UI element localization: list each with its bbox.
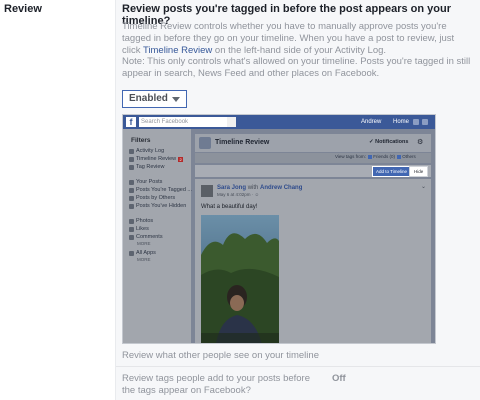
post-timestamp: May 6 at 4:02pm · xyxy=(217,192,255,197)
sidebar-item-label: Timeline Review xyxy=(136,156,177,162)
tagged-post: Sara Jong with Andrew Chang May 6 at 4:0… xyxy=(195,179,431,343)
sidebar-item-label: Posts You've Hidden xyxy=(136,203,187,209)
search-icon xyxy=(227,117,236,127)
post-icon xyxy=(129,179,134,185)
sidebar-item-label: Posts You're Tagged ... xyxy=(136,187,192,193)
like-icon xyxy=(129,226,134,232)
view-tags-from: View tags from: Friends (0) Others xyxy=(335,154,416,159)
sidebar-item-label: Posts by Others xyxy=(136,195,176,201)
review-action-row: Add to Timeline Hide xyxy=(195,165,431,177)
embedded-screenshot: f Search Facebook Andrew Home Filters Ac… xyxy=(122,114,436,344)
gear-icon: ⚙ xyxy=(417,139,424,146)
tag-icon xyxy=(129,164,134,170)
sidebar-item-label: Your Posts xyxy=(136,179,163,185)
sidebar-item-label: Comments xyxy=(136,234,163,240)
user-name: Andrew xyxy=(361,119,382,125)
enabled-dropdown[interactable]: Enabled xyxy=(122,90,187,108)
settings-category-column: Review xyxy=(0,0,115,400)
post-meta: May 6 at 4:02pm · ☺ xyxy=(217,192,259,197)
dropdown-value: Enabled xyxy=(129,93,168,104)
timeline-review-link[interactable]: Timeline Review xyxy=(143,45,212,56)
timeline-review-title: Timeline Review xyxy=(215,139,270,146)
post-icon xyxy=(129,187,134,193)
sidebar-item-timeline-review: Timeline Review 2 xyxy=(129,156,184,162)
others-filter: Others xyxy=(402,154,416,159)
post-icon xyxy=(129,195,134,201)
divider xyxy=(116,366,480,367)
activity-log-sidebar: Filters Activity Log Timeline Review 2 Ta… xyxy=(123,129,192,343)
count-badge: 2 xyxy=(178,156,184,162)
timeline-review-header: Timeline Review ✓ Notifications ⚙ xyxy=(195,134,431,152)
sidebar-item-posts-hidden: Posts You've Hidden xyxy=(129,203,186,209)
chevron-down-icon: ⌄ xyxy=(421,184,427,190)
sidebar-item-label: Tag Review xyxy=(136,164,165,170)
sidebar-item-likes: Likes xyxy=(129,226,149,232)
audience-icon: ☺ xyxy=(254,192,260,197)
setting-row-label: Review what other people see on your tim… xyxy=(122,350,319,361)
checkbox-icon xyxy=(397,154,402,159)
avatar xyxy=(201,185,213,197)
sidebar-item-label: Activity Log xyxy=(136,148,165,154)
check-icon: ✓ xyxy=(369,139,374,145)
tag-review-value: Off xyxy=(332,373,346,384)
activity-log-content: Timeline Review ✓ Notifications ⚙ View t… xyxy=(191,129,435,343)
friend-requests-icon xyxy=(413,119,419,125)
sidebar-item-tag-review: Tag Review xyxy=(129,164,164,170)
sidebar-item-all-apps: All Apps xyxy=(129,250,156,256)
timeline-icon xyxy=(129,156,134,162)
apps-icon xyxy=(129,250,134,256)
post-photo xyxy=(201,215,279,343)
notifications-text: Notifications xyxy=(375,139,409,145)
setting-row-tag-review[interactable]: Review tags people add to your posts bef… xyxy=(122,373,322,397)
setting-description: Timeline Review controls whether you hav… xyxy=(122,21,472,57)
sidebar-item-posts-by-others: Posts by Others xyxy=(129,195,175,201)
description-text-end: on the left-hand side of your Activity L… xyxy=(212,45,387,56)
setting-row-label: Review tags people add to your posts bef… xyxy=(122,373,311,396)
friends-filter: Friends (0) xyxy=(373,154,395,159)
setting-row-timeline-view[interactable]: Review what other people see on your tim… xyxy=(122,350,319,361)
view-tags-label: View tags from: xyxy=(335,154,366,159)
timeline-review-icon xyxy=(199,137,211,149)
comment-icon xyxy=(129,234,134,240)
facebook-logo-icon: f xyxy=(126,117,136,127)
sidebar-more-link: MORE xyxy=(137,257,151,262)
sidebar-item-your-posts: Your Posts xyxy=(129,179,162,185)
sidebar-item-activity-log: Activity Log xyxy=(129,148,164,154)
post-tagged-user: Andrew Chang xyxy=(260,185,303,191)
sidebar-item-label: Photos xyxy=(136,218,154,224)
post-author-line: Sara Jong with Andrew Chang xyxy=(217,185,302,191)
photo-icon xyxy=(129,218,134,224)
checkbox-icon xyxy=(368,154,373,159)
hidden-icon xyxy=(129,203,134,209)
category-label: Review xyxy=(4,3,42,15)
hide-button: Hide xyxy=(409,166,429,177)
sidebar-item-label: Likes xyxy=(136,226,149,232)
caret-down-icon xyxy=(171,96,180,102)
photo-image xyxy=(201,215,279,343)
sidebar-title: Filters xyxy=(131,137,151,144)
list-icon xyxy=(129,148,134,154)
messages-icon xyxy=(422,119,428,125)
facebook-search-input: Search Facebook xyxy=(139,117,227,127)
post-author: Sara Jong xyxy=(217,185,247,191)
sidebar-item-photos: Photos xyxy=(129,218,153,224)
add-to-timeline-button: Add to Timeline xyxy=(372,166,412,177)
post-text: What a beautiful day! xyxy=(201,204,258,210)
sidebar-item-label: All Apps xyxy=(136,250,156,256)
sidebar-item-posts-tagged: Posts You're Tagged ... xyxy=(129,187,192,193)
settings-panel: Review posts you're tagged in before the… xyxy=(115,0,480,400)
sidebar-item-comments: Comments xyxy=(129,234,163,240)
sidebar-more-link: MORE xyxy=(137,241,151,246)
post-with-text: with xyxy=(247,185,259,191)
setting-note: Note: This only controls what's allowed … xyxy=(122,56,471,79)
notifications-label: ✓ Notifications xyxy=(369,139,408,145)
tag-filter-bar: View tags from: Friends (0) Others xyxy=(195,153,431,163)
facebook-top-bar: f Search Facebook Andrew Home xyxy=(123,115,435,129)
home-link: Home xyxy=(393,119,410,125)
